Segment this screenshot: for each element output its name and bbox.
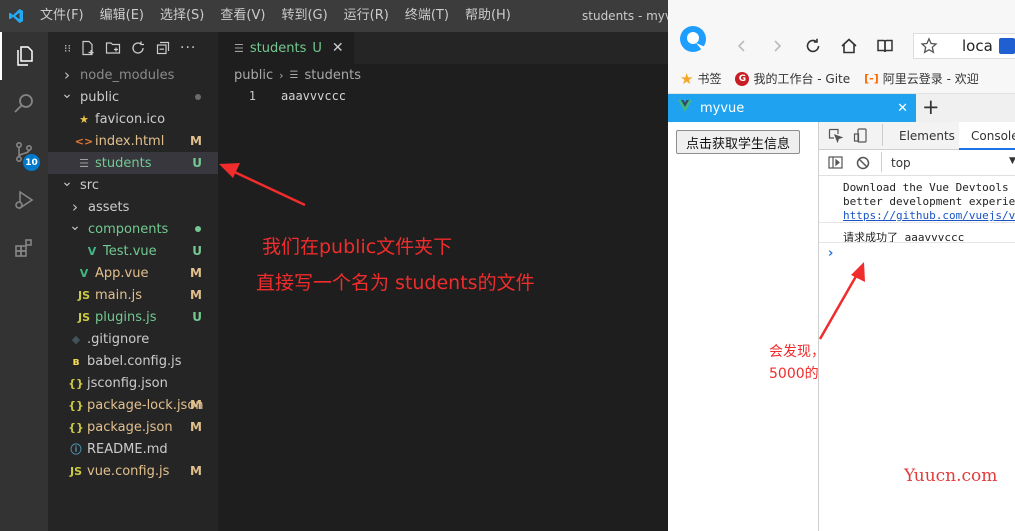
- annotation-arrow-icon: [219, 163, 306, 207]
- watermark-text: Yuucn.com: [904, 466, 998, 486]
- annotation-arrow-icon: [818, 262, 865, 340]
- browser-window: loca ★ 书签 G 我的工作台 - Gite [-] 阿里云登录 - 欢迎 …: [668, 0, 1015, 531]
